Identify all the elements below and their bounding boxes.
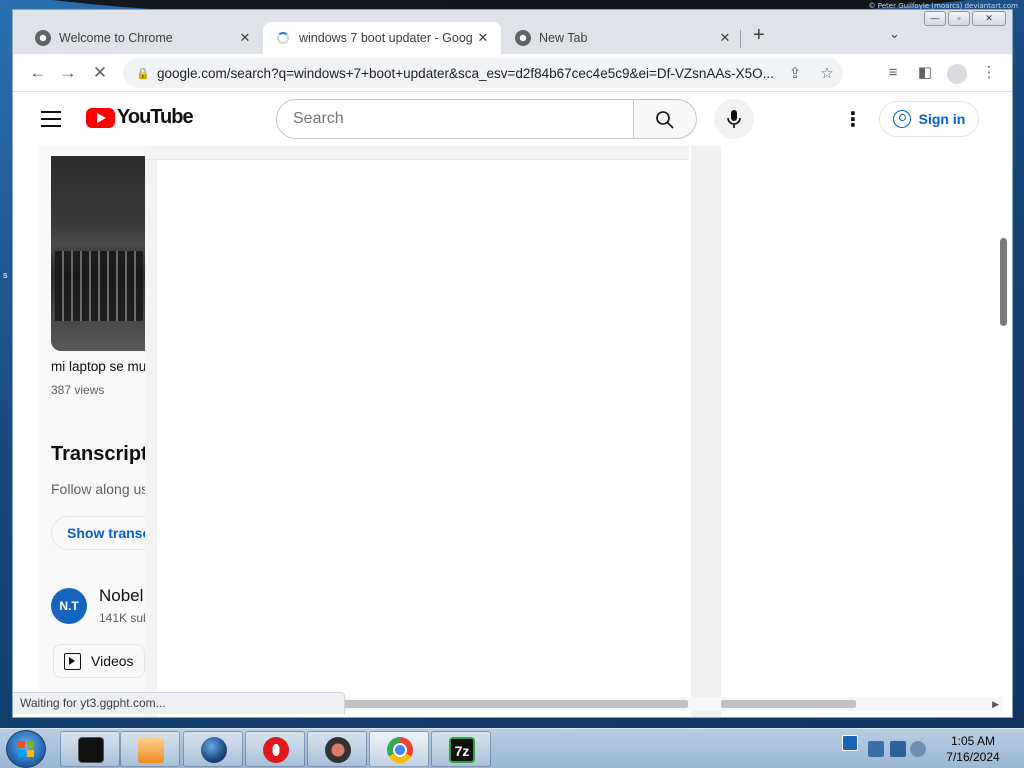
search-button[interactable] (634, 99, 697, 139)
search-icon (656, 111, 674, 129)
video-title[interactable]: mi laptop se mu o (51, 359, 158, 374)
profile-avatar-icon[interactable] (947, 64, 967, 84)
media-center-icon (78, 737, 104, 763)
tab-title: New Tab (539, 31, 588, 45)
stop-loading-button[interactable]: ✕ (87, 60, 113, 86)
chrome-favicon-icon (35, 30, 51, 46)
youtube-logo-text: YouTube (117, 106, 194, 128)
opera-icon (263, 737, 289, 763)
chrome-window: — ▫ ✕ Welcome to Chrome ✕ windows 7 boot… (12, 9, 1013, 718)
address-url: google.com/search?q=windows+7+boot+updat… (157, 65, 774, 81)
hamburger-menu-icon[interactable] (41, 111, 61, 127)
taskbar-media-player[interactable] (120, 731, 180, 767)
youtube-logo[interactable]: YouTube (86, 106, 194, 129)
videos-label: Videos (91, 653, 134, 669)
volume-tray-icon[interactable] (910, 741, 926, 757)
flag-tray-icon[interactable] (868, 741, 884, 757)
sign-in-button[interactable]: Sign in (879, 101, 979, 137)
tab-title: Welcome to Chrome (59, 31, 173, 45)
status-bubble: Waiting for yt3.ggpht.com... (13, 692, 345, 714)
vertical-scroll-thumb[interactable] (1000, 238, 1007, 326)
tab-close-icon[interactable]: ✕ (235, 30, 255, 46)
chrome-favicon-icon (515, 30, 531, 46)
tab-search-chevron-icon[interactable]: ⌄ (889, 26, 900, 42)
blank-overlay-panel (145, 146, 721, 717)
youtube-header: YouTube Search ⋮ Sign in (13, 93, 1003, 146)
account-icon (892, 110, 911, 128)
taskbar-chrome[interactable] (369, 731, 429, 767)
clock-date: 7/16/2024 (946, 750, 1000, 764)
taskbar-globe-browser[interactable] (183, 731, 243, 767)
tab-separator (740, 30, 741, 48)
right-blank-area (721, 146, 1003, 717)
search-placeholder: Search (293, 110, 344, 127)
video-play-icon (64, 652, 81, 670)
tab-new-tab[interactable]: New Tab ✕ (503, 22, 743, 54)
loading-spinner-icon (277, 32, 289, 44)
channel-avatar[interactable]: N.T (51, 588, 87, 624)
share-icon[interactable]: ⇪ (779, 64, 811, 82)
horizontal-scroll-thumb[interactable] (343, 700, 688, 708)
taskbar-media-center[interactable] (60, 731, 120, 767)
horizontal-scroll-thumb-secondary[interactable] (721, 700, 856, 708)
back-button[interactable]: ← (25, 60, 51, 86)
page-content: YouTube Search ⋮ Sign in mi laptop se mu… (13, 93, 1012, 717)
tab-close-icon[interactable]: ✕ (715, 30, 735, 46)
tab-close-icon[interactable]: ✕ (473, 30, 493, 46)
media-player-icon (138, 737, 164, 763)
chrome-menu-icon[interactable]: ⋮ (977, 62, 1001, 84)
lock-icon[interactable]: 🔒 (129, 67, 157, 80)
youtube-search-input[interactable]: Search (276, 99, 634, 139)
tab-google-search[interactable]: windows 7 boot updater - Google ✕ (263, 22, 501, 54)
taskbar-7zip[interactable]: 7z (431, 731, 491, 767)
close-x-tray-icon[interactable] (842, 735, 858, 751)
tab-title: windows 7 boot updater - Google (299, 31, 473, 45)
reading-list-icon[interactable]: ≡ (881, 62, 905, 84)
scroll-right-arrow-icon[interactable]: ▶ (992, 697, 999, 711)
new-tab-button[interactable]: + (753, 24, 765, 47)
voice-search-button[interactable] (714, 99, 754, 139)
globe-icon (201, 737, 227, 763)
microphone-icon (727, 109, 741, 128)
address-bar[interactable]: 🔒 google.com/search?q=windows+7+boot+upd… (123, 58, 843, 88)
video-thumbnail[interactable] (51, 156, 145, 351)
7zip-icon: 7z (449, 737, 475, 763)
side-panel-icon[interactable]: ◧ (913, 62, 937, 84)
more-options-icon[interactable]: ⋮ (843, 107, 863, 132)
tab-strip: — ▫ ✕ Welcome to Chrome ✕ windows 7 boot… (13, 10, 1012, 54)
network-tray-icon[interactable] (890, 741, 906, 757)
transcript-heading: Transcript (51, 443, 148, 465)
bookmark-star-icon[interactable]: ☆ (811, 64, 843, 82)
videos-button[interactable]: Videos (53, 644, 145, 678)
close-window-button[interactable]: ✕ (972, 11, 1006, 26)
maximize-button[interactable]: ▫ (948, 11, 970, 26)
taskbar-opera[interactable] (245, 731, 305, 767)
network-tool-icon (325, 737, 351, 763)
start-button[interactable] (6, 730, 46, 768)
forward-button[interactable]: → (55, 60, 81, 86)
taskbar-network-tool[interactable] (307, 731, 367, 767)
desktop-edge-text: s (3, 270, 8, 280)
system-tray (840, 731, 926, 767)
sign-in-label: Sign in (918, 111, 966, 127)
taskbar: 7z 1:05 AM 7/16/2024 (0, 728, 1024, 768)
tab-welcome[interactable]: Welcome to Chrome ✕ (23, 22, 263, 54)
minimize-button[interactable]: — (924, 11, 946, 26)
youtube-play-icon (86, 107, 115, 128)
window-controls: — ▫ ✕ (924, 11, 1006, 26)
clock-time: 1:05 AM (950, 734, 996, 748)
horizontal-scrollbar[interactable]: ▶ (343, 697, 1003, 711)
video-views: 387 views (51, 383, 105, 397)
keyboard-image (55, 251, 143, 321)
taskbar-clock[interactable]: 1:05 AM 7/16/2024 (928, 733, 1018, 765)
chrome-icon (387, 737, 413, 763)
vertical-scrollbar[interactable] (997, 146, 1012, 717)
overlay-top-strip (145, 146, 689, 160)
browser-toolbar: ← → ✕ 🔒 google.com/search?q=windows+7+bo… (13, 54, 1012, 92)
